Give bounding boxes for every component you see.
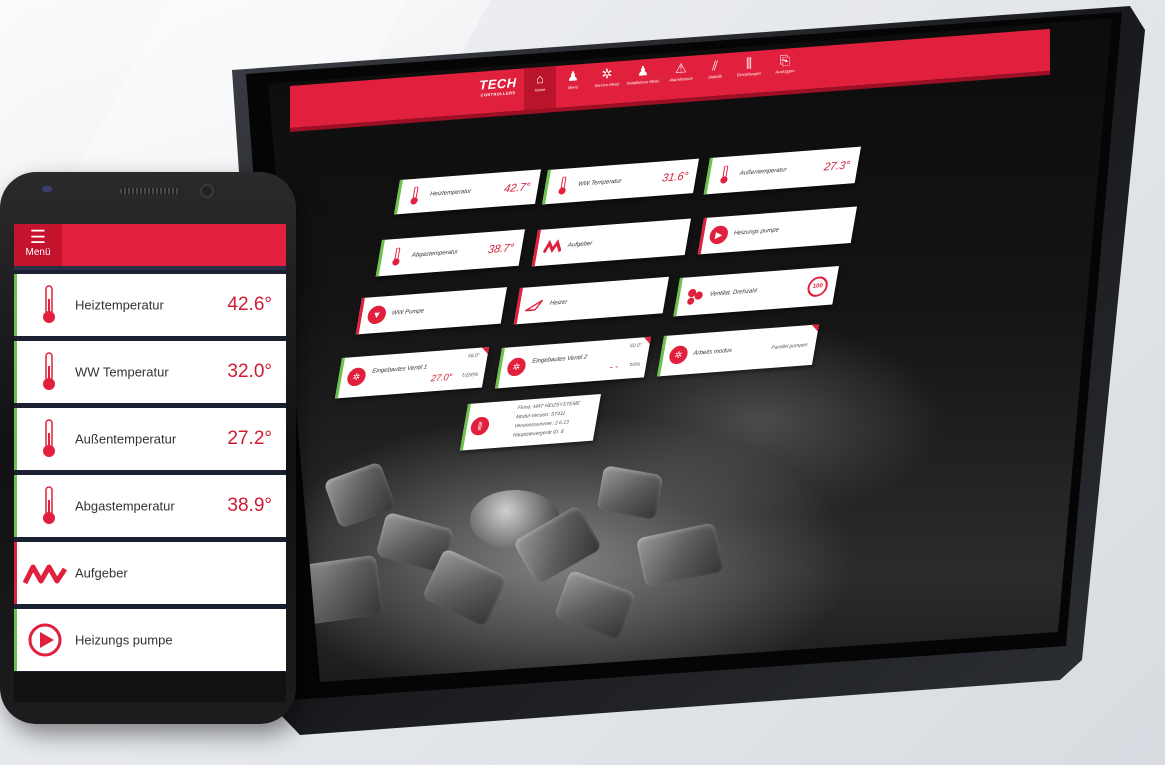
info-id: Hauptsteuergerät ID: 8 (512, 428, 564, 439)
valve-target-temp: 56.0° (467, 352, 481, 360)
menu-button[interactable]: ☰ Menü (14, 224, 62, 266)
tile-value: 31.6° (661, 170, 690, 185)
list-item-value: 27.2° (227, 428, 272, 449)
tile-label: Arbeits modus (692, 347, 733, 357)
tile-heizer[interactable]: Heizer (513, 276, 669, 325)
info-firma: Firma: MAT HEIZSYSTEME (517, 400, 581, 412)
list-item-label: Aufgeber (75, 565, 128, 581)
hamburger-icon: ☰ (29, 227, 47, 247)
fan-icon (684, 286, 705, 306)
tile-aussentemperatur[interactable]: Außentemperatur 27.3° (703, 146, 861, 195)
tile-label: WW Pumpe (391, 308, 425, 317)
tile-value: 38.7° (486, 242, 515, 257)
fan-speed-badge: 100 (805, 275, 830, 298)
thermometer-icon (33, 352, 65, 392)
tile-system-info[interactable]: ⫼ Firma: MAT HEIZSYSTEME Modul-Version: … (459, 393, 601, 451)
list-item-label: Heizungs pumpe (75, 632, 173, 648)
tile-aufgeber[interactable]: Aufgeber (531, 218, 691, 267)
thermometer-icon (714, 165, 735, 185)
phone-bottom-bezel (14, 672, 286, 702)
feeder-icon (23, 553, 67, 593)
valve-opening: ↻100% (460, 371, 479, 380)
tile-label: Eingebautes Ventil 1 (371, 364, 428, 375)
tile-label: Heizer (549, 299, 568, 307)
tile-label: Außentemperatur (739, 167, 788, 177)
tile-label: Ventilat. Drehzahl (709, 288, 758, 298)
phone-speaker (120, 188, 180, 194)
tile-value: 42.7° (503, 181, 532, 196)
tile-corner-mark (810, 324, 819, 332)
phone-device: ☰ Menü Heiztemperatur 42.6° WW Temperatu… (0, 172, 296, 724)
list-item[interactable]: Aufgeber (14, 542, 286, 604)
thermometer-icon (552, 176, 573, 196)
thermometer-icon (33, 486, 65, 526)
heater-icon (524, 295, 545, 315)
list-item-label: WW Temperatur (75, 364, 169, 380)
tile-label: Abgastemperatur (411, 249, 459, 259)
list-item[interactable]: Außentemperatur 27.2° (14, 408, 286, 470)
tile-value: 27.3° (822, 159, 851, 174)
tile-heiztemperatur[interactable]: Heiztemperatur 42.7° (394, 169, 541, 215)
tile-ww-pumpe[interactable]: ▼ WW Pumpe (355, 287, 507, 335)
list-item[interactable]: WW Temperatur 32.0° (14, 341, 286, 403)
header-divider (14, 266, 286, 270)
list-item-label: Außentemperatur (75, 431, 177, 447)
tile-ventilat-drehzahl[interactable]: Ventilat. Drehzahl 100 (673, 266, 839, 317)
pump-icon: ▼ (366, 305, 388, 325)
tile-label: Heiztemperatur (429, 188, 472, 198)
list-item[interactable]: Heizungs pumpe (14, 609, 286, 671)
list-item[interactable]: Abgastemperatur 38.9° (14, 475, 286, 537)
menu-label: Menü (25, 247, 51, 258)
info-settings-icon: ⫼ (469, 416, 491, 436)
work-mode-value: Parallel pumpen (770, 342, 809, 351)
valve-temp: - - (608, 361, 620, 372)
tile-arbeits-modus[interactable]: ✲ Arbeits modus Parallel pumpen (656, 324, 819, 377)
mode-icon: ✲ (667, 345, 690, 365)
tile-corner-mark (480, 346, 489, 355)
tile-label: WW Temperatur (577, 178, 622, 188)
list-item-value: 42.6° (227, 294, 272, 315)
list-item[interactable]: Heiztemperatur 42.6° (14, 274, 286, 336)
valve-temp: 27.0° (430, 371, 454, 384)
phone-tile-list: Heiztemperatur 42.6° WW Temperatur 32.0°… (14, 274, 286, 672)
tile-label: Eingebautes Ventil 2 (531, 354, 588, 365)
tile-label: Heizungs pumpe (733, 227, 780, 237)
tile-heizungspumpe[interactable]: ▶ Heizungs pumpe (697, 206, 857, 255)
phone-camera (200, 184, 214, 198)
list-item-value: 32.0° (227, 361, 272, 382)
pump-icon: ▶ (708, 225, 730, 245)
phone-sensor (42, 186, 52, 192)
valve-icon: ✲ (345, 367, 368, 387)
phone-top-bezel (0, 172, 296, 220)
tile-label: Aufgeber (567, 240, 593, 249)
thermometer-icon (386, 247, 407, 267)
feeder-icon (542, 237, 563, 257)
thermometer-icon (33, 419, 65, 459)
list-item-label: Abgastemperatur (75, 498, 175, 514)
tile-eingebautes-ventil-2[interactable]: ✲ Eingebautes Ventil 2 50.0° - - ↻0% (494, 336, 651, 389)
valve-icon: ✲ (505, 357, 528, 377)
tile-corner-mark (642, 336, 651, 345)
tile-abgastemperatur[interactable]: Abgastemperatur 38.7° (375, 229, 525, 277)
valve-target-temp: 50.0° (629, 342, 643, 350)
list-item-value: 38.9° (227, 495, 272, 516)
thermometer-icon (33, 285, 65, 325)
info-modul: Modul-Version: ST411 (515, 410, 566, 421)
thermometer-icon (404, 186, 425, 206)
phone-screen: ☰ Menü Heiztemperatur 42.6° WW Temperatu… (14, 224, 286, 672)
phone-header: ☰ Menü (14, 224, 286, 266)
tile-eingebautes-ventil-1[interactable]: ✲ Eingebautes Ventil 1 56.0° 27.0° ↻100% (334, 346, 489, 399)
tile-ww-temperatur[interactable]: WW Temperatur 31.6° (542, 158, 699, 205)
pump-icon (27, 620, 63, 660)
list-item-label: Heiztemperatur (75, 297, 164, 313)
valve-opening: ↻0% (628, 361, 641, 369)
